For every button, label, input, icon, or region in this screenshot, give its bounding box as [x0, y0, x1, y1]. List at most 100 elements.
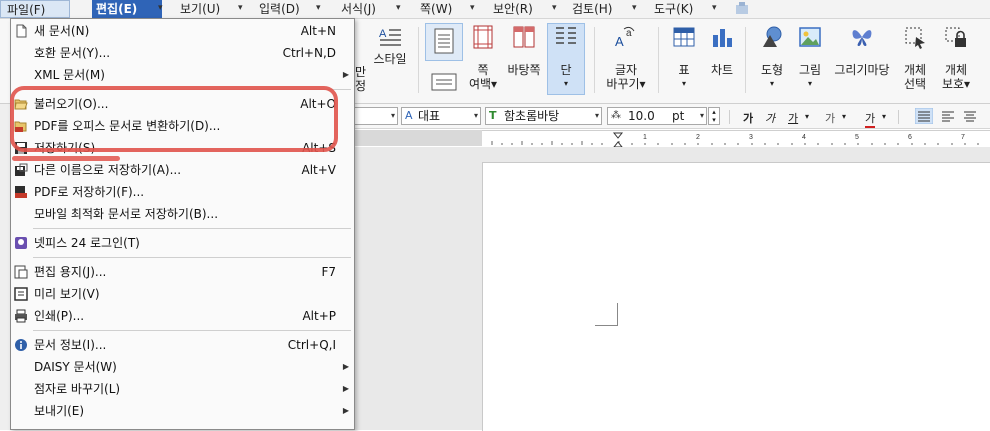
bold-button[interactable]: 가: [743, 110, 753, 126]
object-protect-button[interactable]: 개체 보호▾: [936, 25, 976, 91]
shape-button[interactable]: 도형 ▾: [756, 25, 788, 91]
menu-tools[interactable]: 도구(K): [650, 0, 697, 18]
table-icon: [673, 27, 695, 47]
menu-item-send[interactable]: 보내기(E) ▶: [11, 400, 354, 422]
align-left-icon[interactable]: [940, 108, 956, 124]
menu-tools-arrow[interactable]: ▾: [712, 0, 717, 18]
master-page-button[interactable]: 바탕쪽: [504, 25, 544, 77]
menu-page-arrow[interactable]: ▾: [470, 0, 475, 18]
document-page[interactable]: [482, 162, 990, 431]
italic-button[interactable]: 가: [765, 110, 775, 126]
table-button[interactable]: 표 ▾: [670, 25, 698, 91]
align-justify-icon[interactable]: [915, 108, 933, 124]
menu-item-new-document[interactable]: 새 문서(N) Alt+N: [11, 20, 354, 42]
object-protect-label: 개체: [944, 63, 968, 77]
lock-icon: [945, 27, 966, 47]
font-select-value: 함초롬바탕: [504, 109, 560, 123]
file-menu: 새 문서(N) Alt+N 호환 문서(Y)... Ctrl+N,D XML 문…: [10, 18, 355, 430]
svg-text:6: 6: [908, 134, 912, 141]
menu-item-daisy-document[interactable]: DAISY 문서(W) ▶: [11, 356, 354, 378]
menu-item-label: 점자로 바꾸기(L): [34, 382, 121, 396]
page-view-icon: [434, 28, 454, 54]
style-select[interactable]: A 대표 ▾: [401, 107, 481, 125]
picture-label: 그림: [798, 63, 822, 77]
font-type-icon: T: [489, 109, 497, 122]
menu-item-shortcut: Ctrl+Q,I: [287, 338, 336, 352]
object-select-label: 개체: [903, 63, 927, 77]
svg-text:5: 5: [855, 134, 859, 141]
change-case-icon: A a: [615, 26, 635, 49]
menu-format[interactable]: 서식(J): [337, 0, 380, 18]
style-button[interactable]: A 스타일: [368, 25, 412, 66]
menu-security[interactable]: 보안(R): [489, 0, 537, 18]
preview-icon: [14, 287, 28, 301]
strikethrough-dropdown[interactable]: ▾: [842, 112, 846, 121]
chart-label: 차트: [710, 63, 734, 77]
menu-item-label: 호환 문서(Y)...: [34, 46, 111, 60]
submenu-arrow-icon: ▶: [342, 70, 349, 79]
page-margin-label-2: 여백▾: [468, 77, 498, 91]
menu-security-arrow[interactable]: ▾: [552, 0, 557, 18]
font-select[interactable]: T 함초롬바탕 ▾: [485, 107, 602, 125]
menu-review-arrow[interactable]: ▾: [632, 0, 637, 18]
menu-item-label: 넷피스 24 로그인(T): [34, 236, 140, 250]
underline-dropdown[interactable]: ▾: [805, 112, 809, 121]
menu-item-print[interactable]: 인쇄(P)... Alt+P: [11, 305, 354, 327]
strikethrough-button[interactable]: 가: [825, 110, 835, 126]
font-color-button[interactable]: 가: [865, 110, 876, 128]
style-select-icon: A: [405, 109, 413, 122]
menu-bar: 파일(F) 편집(E) ▾ 보기(U) ▾ 입력(D) ▾ 서식(J) ▾ 쪽(…: [0, 0, 990, 19]
menu-edit-arrow[interactable]: ▾: [158, 0, 163, 18]
menu-item-preview[interactable]: 미리 보기(V): [11, 283, 354, 305]
line-view-button[interactable]: [430, 72, 458, 95]
horizontal-ruler[interactable]: 1 2 3 4 5 6 7: [482, 130, 990, 148]
column-label: 단: [560, 63, 572, 77]
menu-view[interactable]: 보기(U): [176, 0, 224, 18]
picture-button[interactable]: 그림 ▾: [794, 25, 826, 91]
menu-file[interactable]: 파일(F): [0, 0, 70, 18]
shape-label: 도형: [760, 63, 784, 77]
menu-review[interactable]: 검토(H): [568, 0, 616, 18]
menu-format-arrow[interactable]: ▾: [396, 0, 401, 18]
menu-item-save-mobile[interactable]: 모바일 최적화 문서로 저장하기(B)...: [11, 203, 354, 225]
page-margin-label: 쪽: [477, 63, 489, 77]
font-color-dropdown[interactable]: ▾: [882, 112, 886, 121]
drawing-gallery-button[interactable]: 그리기마당: [830, 25, 894, 77]
page-margin-button[interactable]: 쪽 여백▾: [466, 25, 500, 91]
menu-item-save-pdf[interactable]: PDF로 저장하기(F)...: [11, 181, 354, 203]
menu-page[interactable]: 쪽(W): [416, 0, 456, 18]
underline-button[interactable]: 가: [788, 110, 798, 126]
menu-item-document-info[interactable]: 문서 정보(I)... Ctrl+Q,I: [11, 334, 354, 356]
drawing-gallery-label: 그리기마당: [834, 63, 890, 77]
menu-item-save-as[interactable]: 다른 이름으로 저장하기(A)... Alt+V: [11, 159, 354, 181]
menu-item-label: 편집 용지(J)...: [34, 265, 107, 279]
ruler-ticks: 1 2 3 4 5 6 7: [491, 132, 979, 148]
menu-edit[interactable]: 편집(E): [92, 0, 162, 18]
menu-item-xml-document[interactable]: XML 문서(M) ▶: [11, 64, 354, 86]
chart-button[interactable]: 차트: [706, 25, 738, 77]
font-size-spinner[interactable]: ▴ ▾: [708, 107, 720, 125]
font-size-field[interactable]: ⁂ 10.0 pt ▾: [607, 107, 707, 125]
align-center-icon[interactable]: [962, 108, 978, 124]
menu-item-braille[interactable]: 점자로 바꾸기(L) ▶: [11, 378, 354, 400]
prev-combo[interactable]: ▾: [354, 107, 398, 125]
object-select-label-2: 선택: [903, 77, 927, 91]
menu-view-arrow[interactable]: ▾: [238, 0, 243, 18]
highlight-annotation: [10, 86, 338, 152]
menu-item-netffice-login[interactable]: 넷피스 24 로그인(T): [11, 232, 354, 254]
menu-input-arrow[interactable]: ▾: [316, 0, 321, 18]
ribbon-pin-icon[interactable]: [734, 2, 750, 16]
menu-item-label: 모바일 최적화 문서로 저장하기(B)...: [34, 207, 219, 221]
line-view-icon: [431, 73, 457, 91]
menu-item-page-setup[interactable]: 편집 용지(J)... F7: [11, 261, 354, 283]
column-icon: [556, 27, 576, 44]
page-view-button[interactable]: [425, 23, 463, 61]
column-button-content: 단 ▾: [548, 25, 584, 91]
object-select-button[interactable]: 개체 선택: [898, 25, 932, 91]
change-case-label-2: 바꾸기▾: [606, 77, 646, 91]
change-case-button[interactable]: A a 글자 바꾸기▾: [602, 25, 650, 91]
menu-input[interactable]: 입력(D): [255, 0, 304, 18]
object-select-icon: [905, 27, 925, 49]
menu-item-compatible-document[interactable]: 호환 문서(Y)... Ctrl+N,D: [11, 42, 354, 64]
style-label: 스타일: [373, 52, 407, 66]
